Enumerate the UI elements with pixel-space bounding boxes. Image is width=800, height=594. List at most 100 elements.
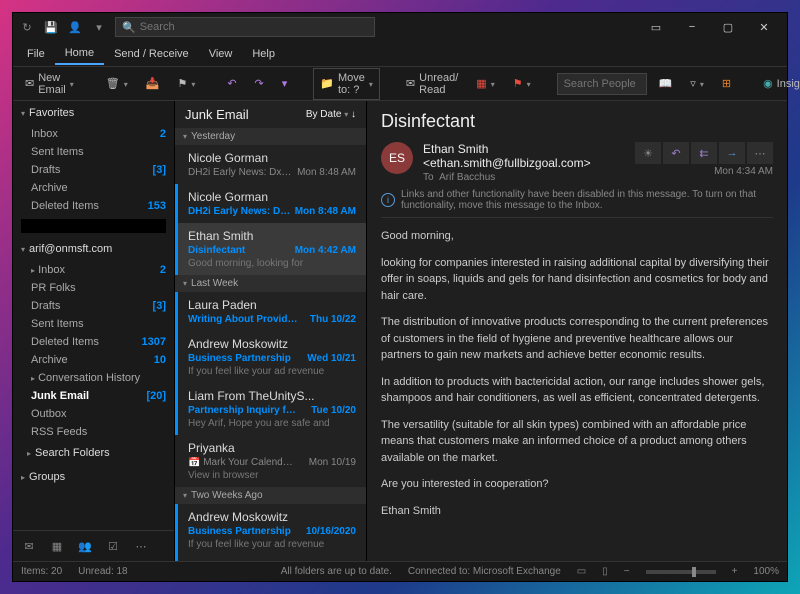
body-paragraph: looking for companies interested in rais…	[381, 255, 773, 305]
sync-icon[interactable]: ↻	[19, 19, 35, 35]
message-item[interactable]: Andrew MoskowitzBusiness Partnership10/1…	[175, 504, 366, 556]
tasks-view-icon[interactable]: ☑	[103, 537, 123, 555]
forward-icon[interactable]: →	[719, 142, 745, 164]
sender-name: Ethan Smith <ethan.smith@fullbizgoal.com…	[423, 142, 625, 170]
sort-dropdown[interactable]: By Date ↓	[306, 109, 356, 120]
body-paragraph: The distribution of innovative products …	[381, 314, 773, 364]
zoom-level: 100%	[753, 566, 779, 577]
chevron-down-icon[interactable]: ▾	[91, 19, 107, 35]
ribbon-toggle-icon[interactable]: ▭	[639, 15, 673, 39]
category-icon: ▦	[476, 77, 486, 90]
message-list: Junk Email By Date ↓ YesterdayNicole Gor…	[175, 101, 367, 561]
reply-all-icon[interactable]: ⇇	[691, 142, 717, 164]
insights-button[interactable]: ◉Insights	[757, 74, 800, 93]
group-header[interactable]: Last Week	[175, 275, 366, 292]
nav-item[interactable]: Drafts[3]	[13, 297, 174, 315]
search-people-input[interactable]	[557, 73, 647, 95]
nav-item[interactable]: Outbox	[13, 405, 174, 423]
zoom-out-icon[interactable]: −	[624, 566, 630, 577]
to-label: To	[423, 172, 434, 183]
more-views-icon[interactable]: ⋯	[131, 537, 151, 555]
filter-icon: ▿	[690, 77, 696, 90]
message-item[interactable]: Liam From TheUnityS...Partnership Inquir…	[175, 383, 366, 435]
redo-button[interactable]: ↷	[249, 74, 270, 93]
message-item[interactable]: Laura PadenWriting About Providing To...…	[175, 292, 366, 331]
message-date: Mon 4:34 AM	[635, 166, 773, 177]
minimize-button[interactable]: −	[675, 15, 709, 39]
save-icon[interactable]: 💾	[43, 19, 59, 35]
nav-item[interactable]: Junk Email[20]	[13, 387, 174, 405]
categorize-button[interactable]: ▦	[470, 74, 500, 93]
view-normal-icon[interactable]: ▭	[577, 566, 586, 577]
undo-dropdown[interactable]: ▾	[276, 74, 294, 93]
new-email-button[interactable]: ✉New Email	[19, 69, 80, 99]
body-paragraph: Good morning,	[381, 228, 773, 245]
people-view-icon[interactable]: 👥	[75, 537, 95, 555]
account-section[interactable]: arif@onmsft.com	[13, 237, 174, 261]
nav-item[interactable]: Drafts[3]	[13, 161, 174, 179]
nav-item[interactable]: Deleted Items153	[13, 197, 174, 215]
search-box[interactable]: 🔍	[115, 17, 375, 37]
zoom-in-icon[interactable]: +	[732, 566, 738, 577]
message-item[interactable]: Priyanka📅 Mark Your Calendars to M...Mon…	[175, 435, 366, 487]
menu-send-receive[interactable]: Send / Receive	[104, 44, 199, 64]
message-item[interactable]: Nicole GormanDH2i Early News: DxOdyssey …	[175, 145, 366, 184]
message-item[interactable]: Andrew MoskowitzBusiness PartnershipWed …	[175, 331, 366, 383]
archive-icon: 📥	[146, 77, 160, 90]
group-header[interactable]: Two Weeks Ago	[175, 487, 366, 504]
undo-button[interactable]: ↶	[221, 74, 242, 93]
delete-button[interactable]: 🗑	[100, 74, 134, 93]
group-header[interactable]: Yesterday	[175, 128, 366, 145]
close-button[interactable]: ✕	[747, 15, 781, 39]
nav-item[interactable]: Inbox2	[13, 125, 174, 143]
mail-icon: ✉	[25, 77, 34, 90]
info-icon: i	[381, 193, 395, 207]
calendar-view-icon[interactable]: ▦	[47, 537, 67, 555]
nav-item[interactable]: Sent Items	[13, 315, 174, 333]
folder-title: Junk Email	[185, 107, 249, 122]
reply-icon[interactable]: ↶	[663, 142, 689, 164]
filter-button[interactable]: ▿	[684, 74, 710, 93]
nav-item[interactable]: PR Folks	[13, 279, 174, 297]
nav-bottom-bar: ✉ ▦ 👥 ☑ ⋯	[13, 530, 174, 561]
archive-button[interactable]: 📥	[140, 74, 166, 93]
title-bar: ↻ 💾 👤 ▾ 🔍 ▭ − ▢ ✕	[13, 13, 787, 41]
nav-item[interactable]: RSS Feeds	[13, 423, 174, 441]
envelope-icon: ✉	[406, 77, 415, 90]
nav-item[interactable]: Deleted Items1307	[13, 333, 174, 351]
folder-icon: 📁	[320, 77, 334, 90]
favorites-section[interactable]: Favorites	[13, 101, 174, 125]
nav-item[interactable]: Archive10	[13, 351, 174, 369]
mail-view-icon[interactable]: ✉	[19, 537, 39, 555]
search-input[interactable]	[140, 21, 368, 33]
person-icon[interactable]: 👤	[67, 19, 83, 35]
nav-item[interactable]: Archive	[13, 179, 174, 197]
menu-help[interactable]: Help	[242, 44, 285, 64]
menu-home[interactable]: Home	[55, 43, 104, 65]
info-bar: i Links and other functionality have bee…	[381, 183, 773, 218]
menu-view[interactable]: View	[199, 44, 243, 64]
nav-item[interactable]: Conversation History	[13, 369, 174, 387]
search-folders[interactable]: Search Folders	[13, 441, 174, 465]
more-actions-icon[interactable]: ⋯	[747, 142, 773, 164]
sun-icon[interactable]: ☀	[635, 142, 661, 164]
body-paragraph: Are you interested in cooperation?	[381, 476, 773, 493]
flag-button[interactable]: ⚑	[507, 74, 537, 93]
redacted-account	[21, 219, 166, 233]
message-item[interactable]: Nicole GormanDH2i Early News: DxOdysse..…	[175, 184, 366, 223]
menu-file[interactable]: File	[17, 44, 55, 64]
unread-read-button[interactable]: ✉Unread/ Read	[400, 69, 464, 99]
zoom-slider[interactable]	[646, 570, 716, 574]
status-sync: All folders are up to date.	[281, 566, 392, 577]
message-actions: ☀ ↶ ⇇ → ⋯	[635, 142, 773, 164]
address-book-button[interactable]: 📖	[653, 74, 679, 93]
move-to-dropdown[interactable]: 📁Move to: ?	[313, 68, 380, 100]
message-item[interactable]: Ethan SmithDisinfectantMon 4:42 AMGood m…	[175, 223, 366, 275]
view-reading-icon[interactable]: ▯	[602, 566, 608, 577]
groups-section[interactable]: Groups	[13, 465, 174, 489]
nav-item[interactable]: Sent Items	[13, 143, 174, 161]
addins-button[interactable]: ⊞	[716, 74, 737, 93]
sweep-button[interactable]: ⚑	[171, 74, 201, 93]
maximize-button[interactable]: ▢	[711, 15, 745, 39]
nav-item[interactable]: Inbox2	[13, 261, 174, 279]
